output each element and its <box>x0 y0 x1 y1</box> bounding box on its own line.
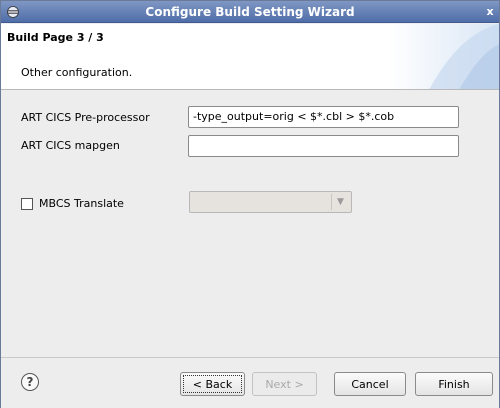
mbcs-translate-option[interactable]: MBCS Translate <box>21 197 124 210</box>
wizard-window: Configure Build Setting Wizard x Build P… <box>0 0 500 408</box>
next-button[interactable]: Next > <box>252 372 317 396</box>
mbcs-translate-select[interactable]: ▼ <box>189 191 352 213</box>
title-bar[interactable]: Configure Build Setting Wizard x <box>1 1 499 23</box>
help-icon[interactable]: ? <box>21 373 39 391</box>
chevron-down-icon[interactable]: ▼ <box>331 194 349 210</box>
mapgen-input[interactable] <box>188 135 459 157</box>
back-button[interactable]: < Back <box>180 372 245 396</box>
wizard-header: Build Page 3 / 3 Other configuration. <box>1 24 499 90</box>
wizard-banner-image <box>389 24 499 89</box>
page-description: Other configuration. <box>21 66 133 79</box>
window-title: Configure Build Setting Wizard <box>145 5 355 19</box>
button-bar: ? < Back Next > Cancel Finish <box>1 357 499 408</box>
close-icon[interactable]: x <box>483 4 497 19</box>
mbcs-translate-checkbox[interactable] <box>21 197 33 210</box>
wizard-body: ART CICS Pre-processor -type_output=orig… <box>1 91 499 358</box>
mbcs-translate-label: MBCS Translate <box>39 197 124 210</box>
cancel-button[interactable]: Cancel <box>334 372 406 396</box>
finish-button[interactable]: Finish <box>415 372 493 396</box>
preprocessor-label: ART CICS Pre-processor <box>21 111 150 124</box>
preprocessor-input[interactable]: -type_output=orig < $*.cbl > $*.cob <box>188 106 459 128</box>
mapgen-label: ART CICS mapgen <box>21 139 120 152</box>
page-title: Build Page 3 / 3 <box>7 31 104 44</box>
